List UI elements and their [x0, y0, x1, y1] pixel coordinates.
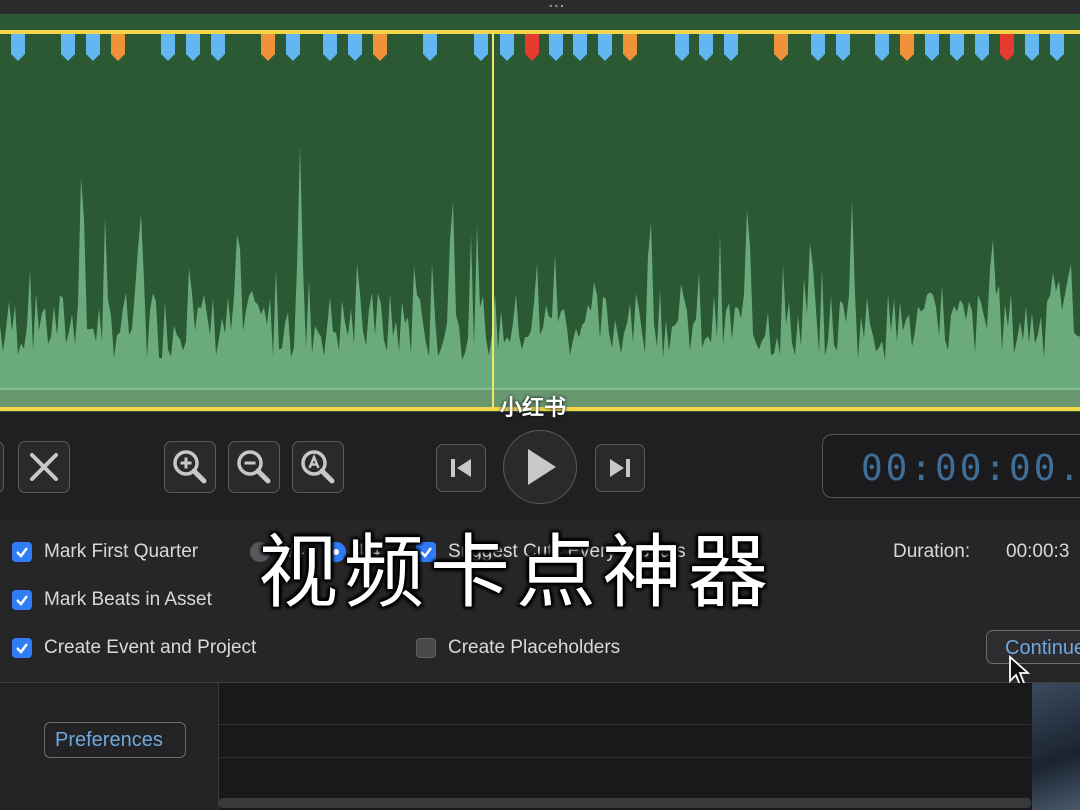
beat-marker[interactable]: [348, 34, 362, 61]
zoom-auto-icon: [301, 450, 335, 484]
video-thumbnail: [1032, 683, 1080, 810]
checkbox-checked-icon: [12, 590, 32, 610]
beat-marker[interactable]: [161, 34, 175, 61]
beat-marker[interactable]: [186, 34, 200, 61]
beat-marker[interactable]: [900, 34, 914, 61]
beat-marker[interactable]: [323, 34, 337, 61]
create-placeholders-label: Create Placeholders: [448, 637, 621, 658]
beat-marker[interactable]: [1000, 34, 1014, 61]
beat-marker[interactable]: [699, 34, 713, 61]
zoom-out-icon: [237, 450, 271, 484]
beat-marker[interactable]: [525, 34, 539, 61]
beat-marker[interactable]: [573, 34, 587, 61]
waveform-fill: [0, 144, 1080, 390]
beat-marker[interactable]: [286, 34, 300, 61]
beat-marker[interactable]: [925, 34, 939, 61]
beat-marker[interactable]: [975, 34, 989, 61]
zoom-auto-button[interactable]: [292, 441, 344, 493]
timeline-row-divider: [219, 724, 1031, 725]
create-event-label: Create Event and Project: [44, 637, 257, 658]
play-icon: [528, 449, 556, 485]
overlay-title: 视频卡点神器: [258, 526, 774, 619]
timeline-row-divider: [219, 757, 1031, 758]
beat-marker[interactable]: [950, 34, 964, 61]
beat-marker[interactable]: [675, 34, 689, 61]
close-x-icon: [30, 453, 58, 481]
beat-marker[interactable]: [500, 34, 514, 61]
skip-back-button[interactable]: [436, 444, 486, 492]
horizontal-scrollbar[interactable]: [219, 798, 1031, 808]
beat-marker[interactable]: [11, 34, 25, 61]
beat-marker[interactable]: [373, 34, 387, 61]
selection-top-border: [0, 30, 1080, 34]
zoom-out-button[interactable]: [228, 441, 280, 493]
beat-marker[interactable]: [811, 34, 825, 61]
waveform-svg: [0, 30, 1080, 411]
skip-forward-button[interactable]: [595, 444, 645, 492]
beat-marker[interactable]: [211, 34, 225, 61]
window-titlebar: ...: [0, 0, 1080, 14]
continue-button[interactable]: Continue: [986, 630, 1080, 664]
create-event-checkbox[interactable]: Create Event and Project: [12, 637, 256, 659]
mark-beats-checkbox[interactable]: Mark Beats in Asset: [12, 589, 212, 611]
beat-marker[interactable]: [836, 34, 850, 61]
beat-markers: [11, 34, 1064, 61]
beat-marker[interactable]: [549, 34, 563, 61]
beat-marker[interactable]: [875, 34, 889, 61]
preferences-button[interactable]: Preferences: [44, 722, 186, 758]
mark-first-quarter-label: Mark First Quarter: [44, 541, 199, 562]
beat-marker[interactable]: [623, 34, 637, 61]
beat-marker[interactable]: [86, 34, 100, 61]
mark-first-quarter-checkbox[interactable]: Mark First Quarter: [12, 541, 198, 563]
zoom-in-icon: [173, 450, 207, 484]
mark-beats-label: Mark Beats in Asset: [44, 589, 212, 610]
zoom-in-button[interactable]: [164, 441, 216, 493]
beat-marker[interactable]: [61, 34, 75, 61]
checkbox-checked-icon: [12, 542, 32, 562]
beat-marker[interactable]: [423, 34, 437, 61]
window-title: ...: [548, 0, 565, 12]
create-placeholders-checkbox[interactable]: Create Placeholders: [416, 637, 620, 659]
beat-marker[interactable]: [111, 34, 125, 61]
timecode-value: 00:00:00.4: [861, 448, 1080, 489]
duration-value: 00:00:3: [1006, 541, 1070, 562]
duration-label: Duration:: [893, 541, 971, 562]
close-button[interactable]: [18, 441, 70, 493]
checkbox-checked-icon: [12, 638, 32, 658]
left-edge-button[interactable]: [0, 441, 4, 493]
beat-marker[interactable]: [724, 34, 738, 61]
beat-marker[interactable]: [261, 34, 275, 61]
skip-forward-icon: [610, 459, 630, 477]
timecode-display: 00:00:00.4: [822, 434, 1080, 498]
watermark-text: 小红书: [500, 395, 567, 420]
beat-marker[interactable]: [598, 34, 612, 61]
play-button[interactable]: [503, 430, 577, 504]
skip-back-icon: [451, 459, 471, 477]
beat-marker[interactable]: [774, 34, 788, 61]
audio-waveform[interactable]: [0, 14, 1080, 412]
beat-marker[interactable]: [1050, 34, 1064, 61]
checkbox-unchecked-icon: [416, 638, 436, 658]
playhead[interactable]: [492, 32, 494, 408]
beat-marker[interactable]: [1025, 34, 1039, 61]
beat-marker[interactable]: [474, 34, 488, 61]
